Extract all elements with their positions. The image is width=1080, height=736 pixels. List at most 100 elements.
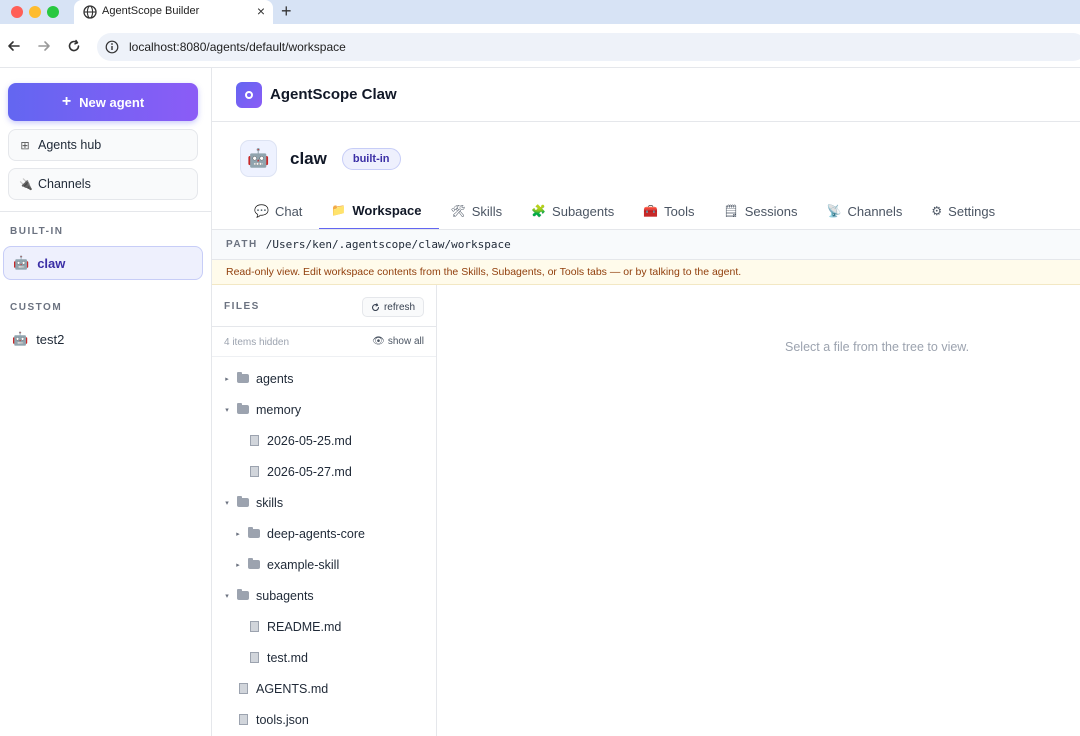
tree-file-row[interactable]: README.md [212,611,436,642]
reload-button[interactable] [65,37,83,55]
folder-icon [237,372,249,383]
agent-name: claw [290,148,327,168]
forward-button[interactable] [35,37,53,55]
tree-folder-row[interactable]: ▸ example-skill [212,549,436,580]
tab-settings[interactable]: ⚙ Settings [919,192,1012,230]
tree-item-label: agents [256,371,294,386]
show-all-button[interactable]: 👁 show all [372,336,424,347]
tree-folder-row[interactable]: ▸ agents [212,363,436,394]
chevron-right-icon[interactable]: ▸ [233,561,243,569]
refresh-label: refresh [383,301,416,313]
plug-icon: 🔌 [19,178,33,191]
folder-icon: 📁 [331,203,347,217]
tree-folder-row[interactable]: ▾ memory [212,394,436,425]
chevron-right-icon[interactable]: ▸ [222,375,232,383]
tree-file-row[interactable]: AGENTS.md [212,673,436,704]
file-icon [239,683,248,694]
chevron-down-icon[interactable]: ▾ [222,499,232,507]
gear-icon: ⚙ [931,204,943,218]
hidden-items-count: 4 items hidden [224,337,290,348]
tab-label: Subagents [552,203,615,219]
info-icon[interactable] [105,40,119,54]
tab-label: Skills [471,203,503,219]
tab-workspace[interactable]: 📁 Workspace [319,192,439,230]
tree-item-label: test.md [267,650,308,665]
tab-label: Channels [847,203,903,219]
builtin-section-label: BUILT-IN [10,226,64,237]
url-text: localhost:8080/agents/default/workspace [129,40,346,54]
file-icon [250,652,259,663]
file-tree: ▸ agents ▾ memory 2026-05-25.md 2026-05-27.md… [212,363,436,735]
agents-hub-button[interactable]: ⊞ Agents hub [8,129,198,161]
hidden-items-row: 4 items hidden 👁 show all [212,327,436,357]
tree-item-label: README.md [267,619,342,634]
maximize-window-button[interactable] [47,6,59,18]
refresh-button[interactable]: refresh [362,297,424,317]
file-viewer-empty-message: Select a file from the tree to view. [785,340,970,354]
file-icon [250,466,259,477]
tree-file-row[interactable]: test.md [212,642,436,673]
new-agent-button[interactable]: + New agent [8,83,198,121]
chevron-down-icon[interactable]: ▾ [222,406,232,414]
notepad-icon: 🗒 [723,204,739,218]
tree-item-label: AGENTS.md [256,681,329,696]
sidebar-item-test2[interactable]: 🤖 test2 [3,322,203,356]
app-logo-icon [236,82,262,108]
files-header: FILES refresh [212,285,436,327]
folder-icon [237,589,249,600]
address-bar-row: localhost:8080/agents/default/workspace [0,24,1080,68]
tab-sessions[interactable]: 🗒 Sessions [712,192,815,230]
file-tree-panel: FILES refresh 4 items hidden 👁 show all … [212,285,437,736]
close-tab-icon[interactable]: × [257,3,265,19]
tree-item-label: skills [256,495,284,510]
tree-folder-row[interactable]: ▾ skills [212,487,436,518]
tab-skills[interactable]: 🛠 Skills [439,192,520,230]
tree-file-row[interactable]: 2026-05-27.md [212,456,436,487]
tab-tools[interactable]: 🧰 Tools [631,192,711,230]
status-badge: built-in [341,147,401,170]
sidebar-divider [0,211,211,212]
chevron-down-icon[interactable]: ▾ [222,592,232,600]
arrow-right-icon [38,41,50,51]
robot-icon: 🤖 [12,331,29,346]
file-icon [250,435,259,446]
folder-icon [237,403,249,414]
new-tab-button[interactable]: + [281,1,292,21]
tab-label: Settings [948,203,996,219]
tab-chat[interactable]: 💬 Chat [242,192,319,230]
tree-item-label: subagents [256,588,314,603]
tree-file-row[interactable]: 2026-05-25.md [212,425,436,456]
chevron-right-icon[interactable]: ▸ [233,530,243,538]
channels-label: Channels [38,177,91,191]
tab-subagents[interactable]: 🧩 Subagents [519,192,631,230]
eye-icon: 👁 [372,336,385,347]
main-panel: AgentScope Claw 🤖 claw built-in 💬 Chat 📁… [212,68,1080,736]
browser-tab[interactable]: AgentScope Builder × [74,0,273,24]
agent-tabs: 💬 Chat 📁 Workspace 🛠 Skills 🧩 Subagents … [242,192,1012,230]
agent-header: 🤖 claw built-in [240,140,401,177]
sidebar-item-claw[interactable]: 🤖 claw [3,246,203,280]
tab-label: Workspace [352,202,422,218]
puzzle-icon: 🧩 [531,204,547,218]
tree-folder-row[interactable]: ▾ subagents [212,580,436,611]
tree-file-row[interactable]: tools.json [212,704,436,735]
sidebar: + New agent ⊞ Agents hub 🔌 Channels BUIL… [0,68,212,736]
path-label: PATH [226,239,258,250]
refresh-icon [371,302,379,311]
tree-folder-row[interactable]: ▸ deep-agents-core [212,518,436,549]
tab-channels[interactable]: 📡 Channels [815,192,920,230]
file-icon [239,714,248,725]
chat-bubble-icon: 💬 [254,204,269,218]
back-button[interactable] [5,37,23,55]
files-label: FILES [224,301,260,312]
reload-icon [68,39,80,52]
tab-label: Sessions [744,203,798,219]
channels-button[interactable]: 🔌 Channels [8,168,198,200]
minimize-window-button[interactable] [29,6,41,18]
close-window-button[interactable] [11,6,23,18]
tab-label: Tools [664,203,695,219]
app-title: AgentScope Claw [270,86,397,103]
url-field[interactable]: localhost:8080/agents/default/workspace [97,33,1080,61]
readonly-notice: Read-only view. Edit workspace contents … [212,260,1080,285]
new-agent-label: New agent [79,94,145,110]
